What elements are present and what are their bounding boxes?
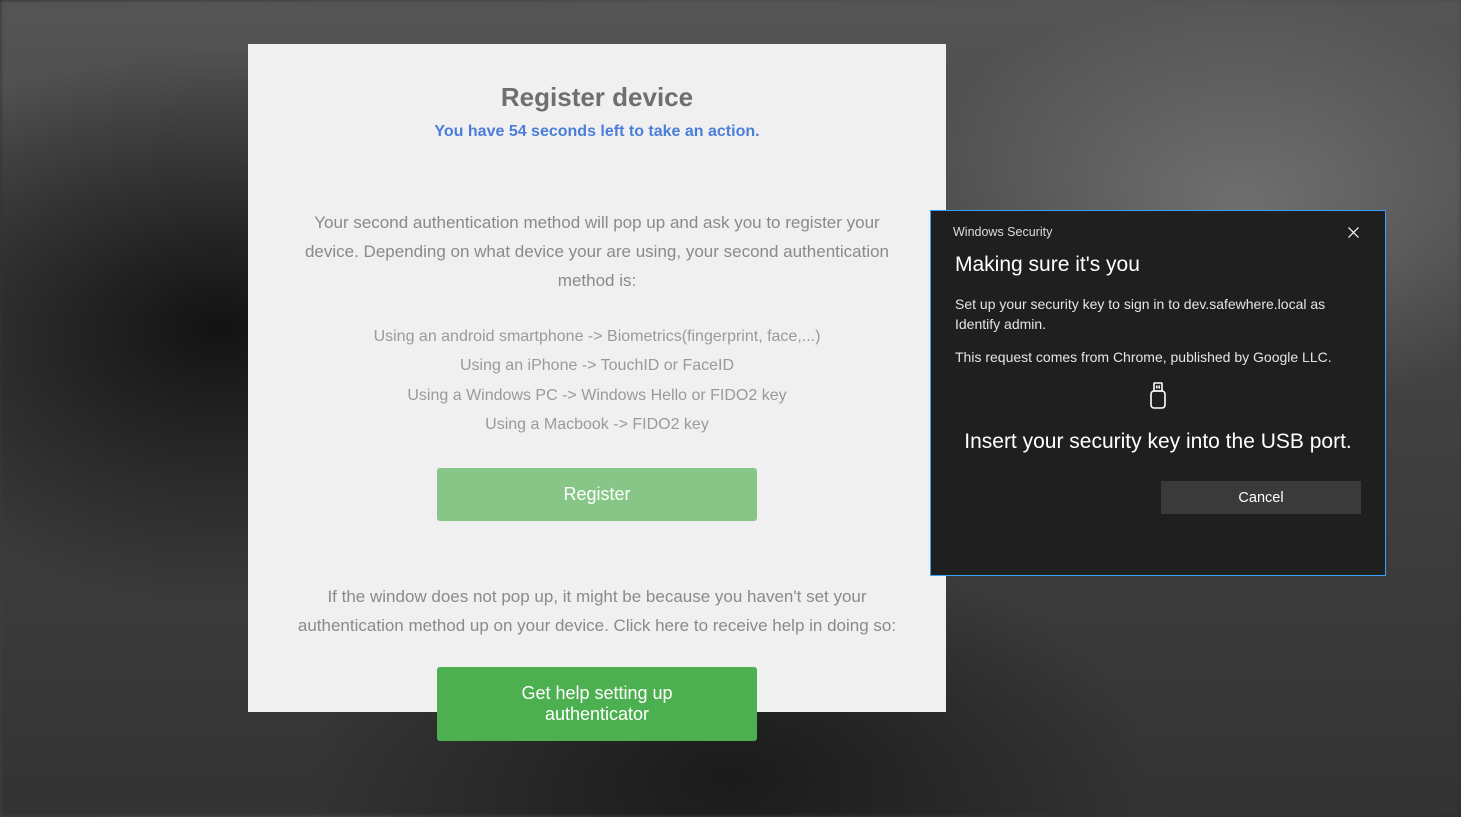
auth-method-mac: Using a Macbook -> FIDO2 key <box>288 410 906 440</box>
register-device-card: Register device You have 54 seconds left… <box>248 44 946 712</box>
countdown-text: You have 54 seconds left to take an acti… <box>288 123 906 141</box>
intro-paragraph: Your second authentication method will p… <box>288 209 906 296</box>
auth-method-android: Using an android smartphone -> Biometric… <box>288 322 906 352</box>
dialog-button-row: Cancel <box>955 481 1361 514</box>
register-button[interactable]: Register <box>437 468 757 521</box>
dialog-body: Making sure it's you Set up your securit… <box>931 247 1385 528</box>
windows-security-dialog: Windows Security Making sure it's you Se… <box>930 210 1386 576</box>
dialog-heading: Making sure it's you <box>955 253 1361 277</box>
dialog-text-1: Set up your security key to sign in to d… <box>955 295 1361 334</box>
auth-method-iphone: Using an iPhone -> TouchID or FaceID <box>288 351 906 381</box>
close-icon[interactable] <box>1333 219 1373 245</box>
dialog-text-2: This request comes from Chrome, publishe… <box>955 348 1361 368</box>
page-title: Register device <box>288 82 906 113</box>
get-help-button[interactable]: Get help setting up authenticator <box>437 667 757 741</box>
dialog-titlebar: Windows Security <box>931 211 1385 247</box>
cancel-button[interactable]: Cancel <box>1161 481 1361 514</box>
dialog-prompt: Insert your security key into the USB po… <box>955 427 1361 457</box>
usb-key-icon <box>955 382 1361 415</box>
auth-method-windows: Using a Windows PC -> Windows Hello or F… <box>288 381 906 411</box>
fallback-paragraph: If the window does not pop up, it might … <box>288 583 906 641</box>
auth-method-list: Using an android smartphone -> Biometric… <box>288 322 906 440</box>
close-icon-svg <box>1348 227 1359 238</box>
dialog-window-title: Windows Security <box>953 225 1052 239</box>
